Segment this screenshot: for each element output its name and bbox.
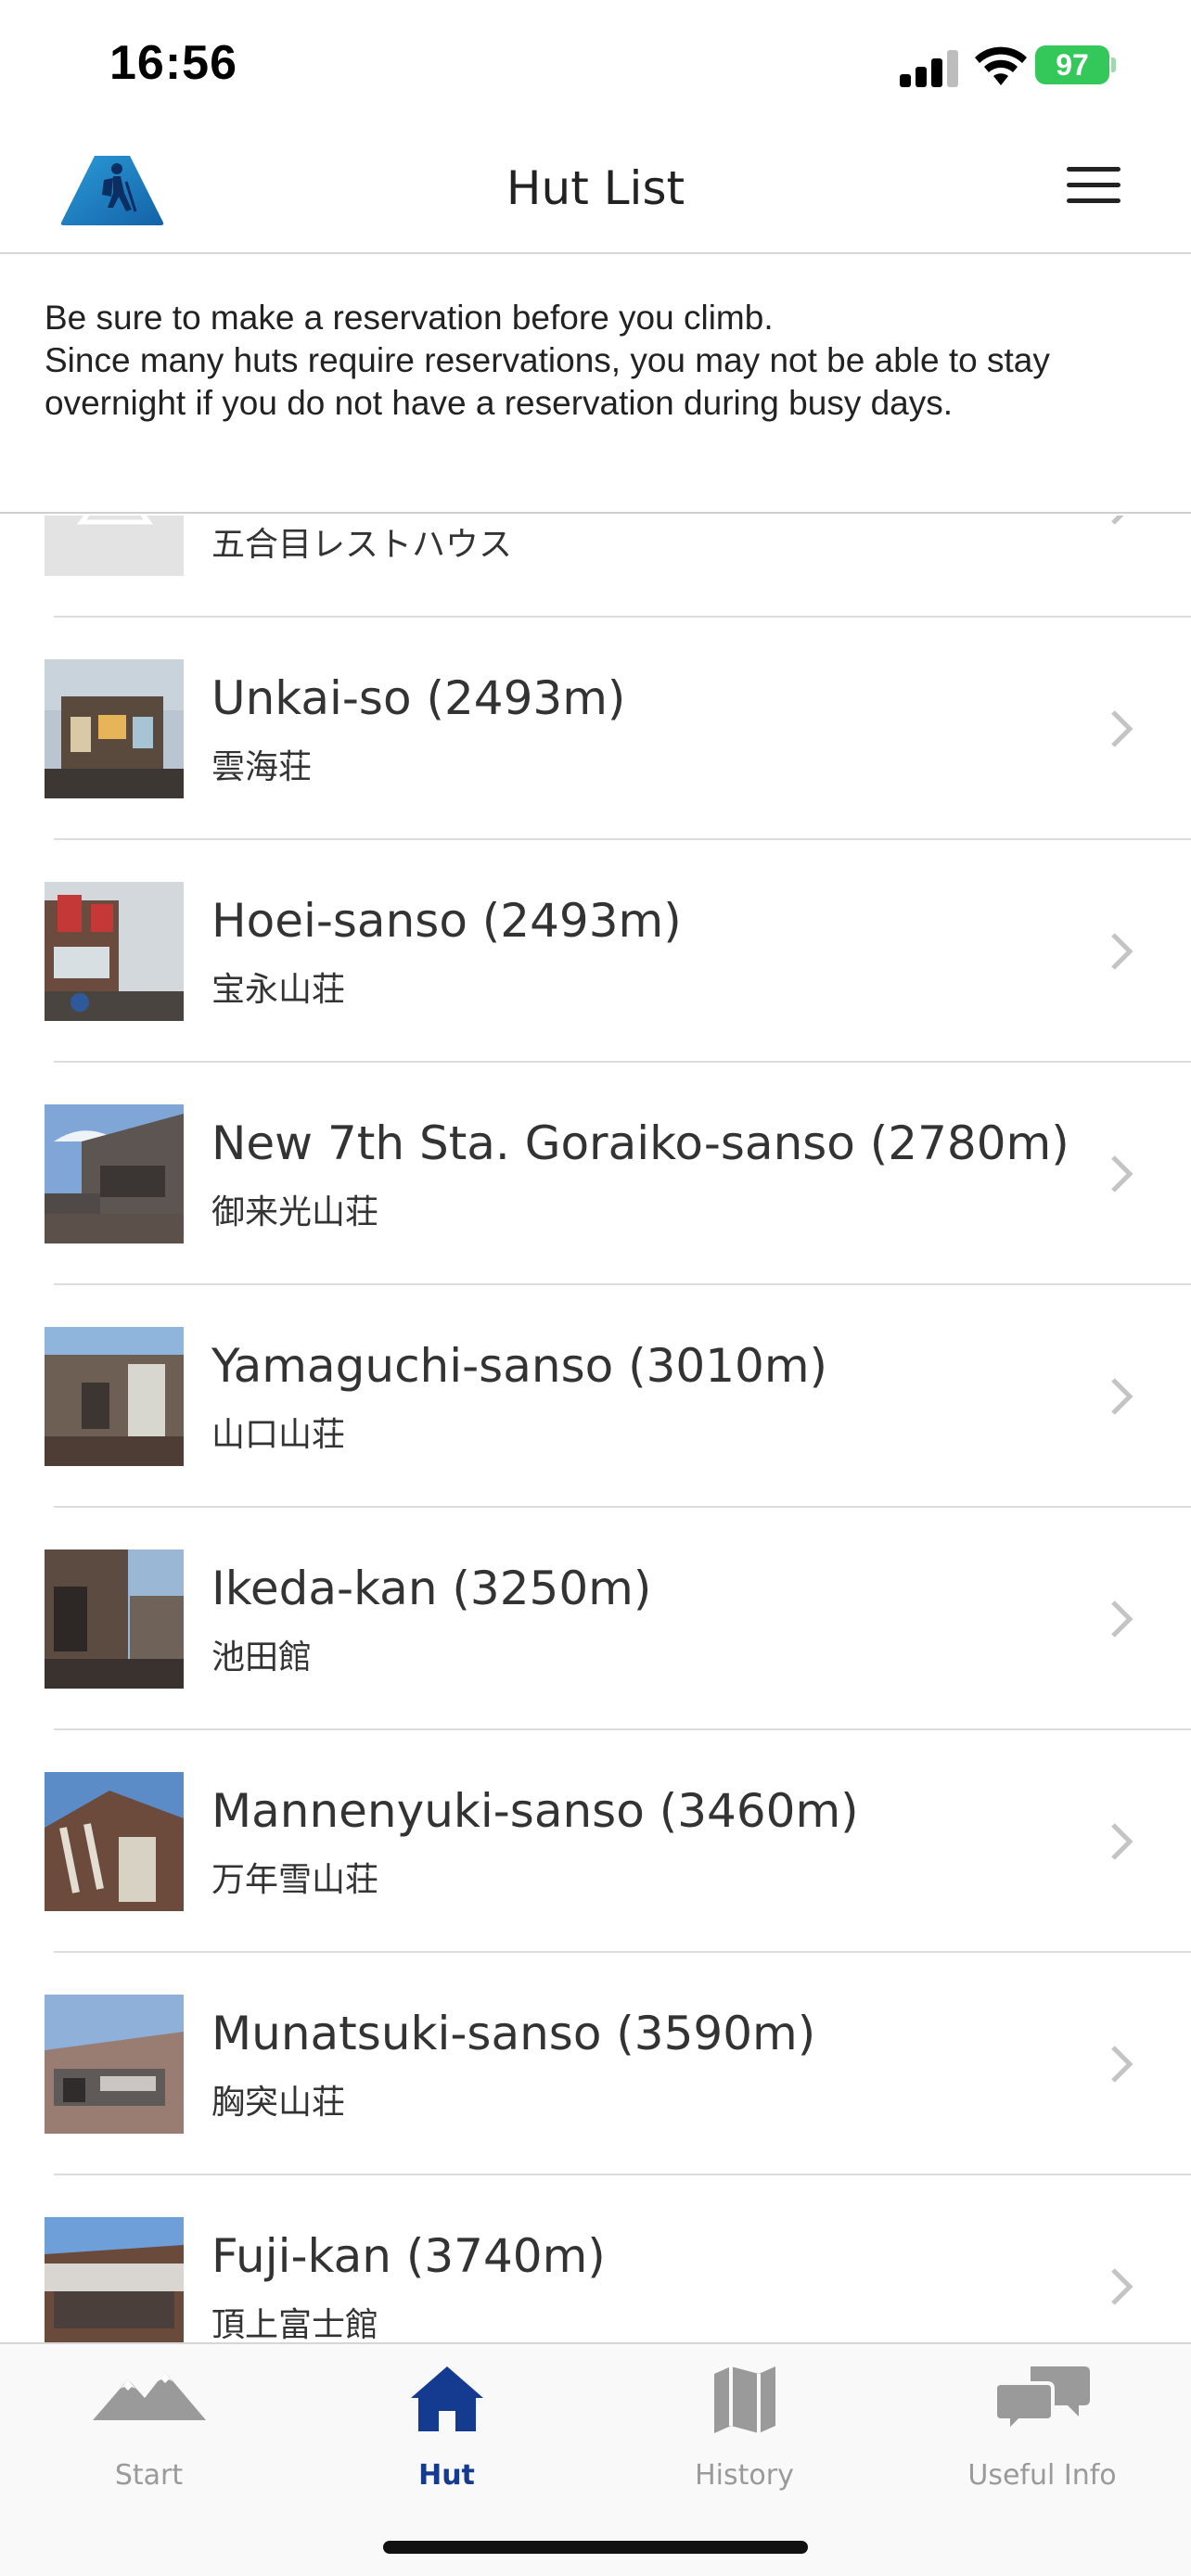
hut-japanese-name: 雲海荘 — [211, 748, 313, 786]
placeholder-mountain-icon — [45, 516, 184, 576]
hut-photo — [45, 1104, 184, 1243]
hut-japanese-name: 宝永山荘 — [211, 971, 346, 1009]
house-icon — [410, 2366, 483, 2431]
hut-row-munatsuki-sanso[interactable]: Munatsuki-sanso (3590m) 胸突山荘 — [45, 1953, 1191, 2175]
status-bar: 16:56 97 — [0, 0, 1191, 130]
tab-label: History — [695, 2459, 794, 2492]
navigation-bar: Hut List — [0, 130, 1191, 254]
hut-photo — [45, 1327, 184, 1466]
hut-row-unkai-so[interactable]: Unkai-so (2493m) 雲海荘 — [45, 618, 1191, 840]
hut-name: Fuji-kan (3740m) — [211, 2229, 606, 2283]
hut-photo — [45, 1772, 184, 1911]
notice-line-2: Since many huts require reservations, yo… — [45, 341, 1050, 422]
hut-name: Hoei-sanso (2493m) — [211, 894, 682, 948]
hut-name: Unkai-so (2493m) — [211, 671, 626, 725]
chevron-right-icon — [1111, 1600, 1133, 1638]
hut-photo — [45, 882, 184, 1021]
hut-photo — [45, 1995, 184, 2134]
chevron-right-icon — [1111, 1378, 1133, 1415]
battery-cap — [1111, 57, 1116, 72]
chevron-right-icon — [1111, 2046, 1133, 2083]
hut-photo — [45, 659, 184, 798]
wifi-icon — [975, 46, 1027, 85]
hut-row-yamaguchi-sanso[interactable]: Yamaguchi-sanso (3010m) 山口山荘 — [45, 1285, 1191, 1508]
tab-label: Useful Info — [967, 2459, 1117, 2492]
hut-japanese-name: 池田館 — [211, 1639, 313, 1677]
hut-photo — [45, 1549, 184, 1689]
tab-history[interactable]: History — [596, 2344, 893, 2511]
hut-row-gogome-resthouse[interactable]: 五合目レストハウス — [45, 516, 1191, 618]
reservation-notice: Be sure to make a reservation before you… — [0, 256, 1191, 514]
cellular-signal-icon — [900, 48, 959, 87]
hut-name: Munatsuki-sanso (3590m) — [211, 2007, 816, 2060]
page-title: Hut List — [506, 161, 685, 215]
hut-name: New 7th Sta. Goraiko-sanso (2780m) — [211, 1116, 1069, 1170]
map-icon — [713, 2366, 775, 2433]
hut-japanese-name: 御来光山荘 — [211, 1193, 379, 1231]
hut-list-viewport[interactable]: 五合目レストハウス Unkai-so (2493m) 雲海荘 Hoei-sans… — [0, 516, 1191, 2342]
hut-row-ikeda-kan[interactable]: Ikeda-kan (3250m) 池田館 — [45, 1508, 1191, 1730]
tab-useful-info[interactable]: Useful Info — [893, 2344, 1191, 2511]
hamburger-menu-icon[interactable] — [1067, 167, 1132, 217]
hut-japanese-name: 胸突山荘 — [211, 2084, 346, 2122]
chevron-right-icon — [1111, 1823, 1133, 1860]
hut-name: Mannenyuki-sanso (3460m) — [211, 1784, 859, 1838]
hut-japanese-name: 五合目レストハウス — [211, 526, 513, 564]
hut-japanese-name: 万年雪山荘 — [211, 1861, 379, 1899]
tab-hut[interactable]: Hut — [298, 2344, 596, 2511]
hut-photo — [45, 2217, 184, 2342]
hut-row-mannenyuki-sanso[interactable]: Mannenyuki-sanso (3460m) 万年雪山荘 — [45, 1730, 1191, 1953]
hut-row-fuji-kan[interactable]: Fuji-kan (3740m) 頂上富士館 — [45, 2175, 1191, 2342]
home-indicator[interactable] — [383, 2541, 808, 2554]
hut-japanese-name: 頂上富士館 — [211, 2306, 379, 2342]
tab-start[interactable]: Start — [0, 2344, 298, 2511]
tab-label: Hut — [418, 2459, 475, 2492]
chat-bubbles-icon — [992, 2366, 1090, 2436]
hut-list: 五合目レストハウス Unkai-so (2493m) 雲海荘 Hoei-sans… — [0, 516, 1191, 2342]
chevron-right-icon — [1111, 933, 1133, 970]
hut-row-hoei-sanso[interactable]: Hoei-sanso (2493m) 宝永山荘 — [45, 840, 1191, 1063]
tab-label: Start — [114, 2459, 184, 2492]
status-time: 16:56 — [109, 36, 237, 90]
chevron-right-icon — [1111, 516, 1124, 525]
hut-row-goraiko-sanso[interactable]: New 7th Sta. Goraiko-sanso (2780m) 御来光山荘 — [45, 1063, 1191, 1285]
chevron-right-icon — [1111, 2268, 1133, 2305]
mountain-icon — [92, 2372, 206, 2420]
chevron-right-icon — [1111, 710, 1133, 747]
hut-name: Yamaguchi-sanso (3010m) — [211, 1339, 828, 1393]
hut-name: Ikeda-kan (3250m) — [211, 1562, 652, 1615]
chevron-right-icon — [1111, 1155, 1133, 1192]
battery-indicator: 97 — [1035, 45, 1109, 84]
hut-japanese-name: 山口山荘 — [211, 1416, 346, 1454]
notice-line-1: Be sure to make a reservation before you… — [45, 299, 774, 337]
